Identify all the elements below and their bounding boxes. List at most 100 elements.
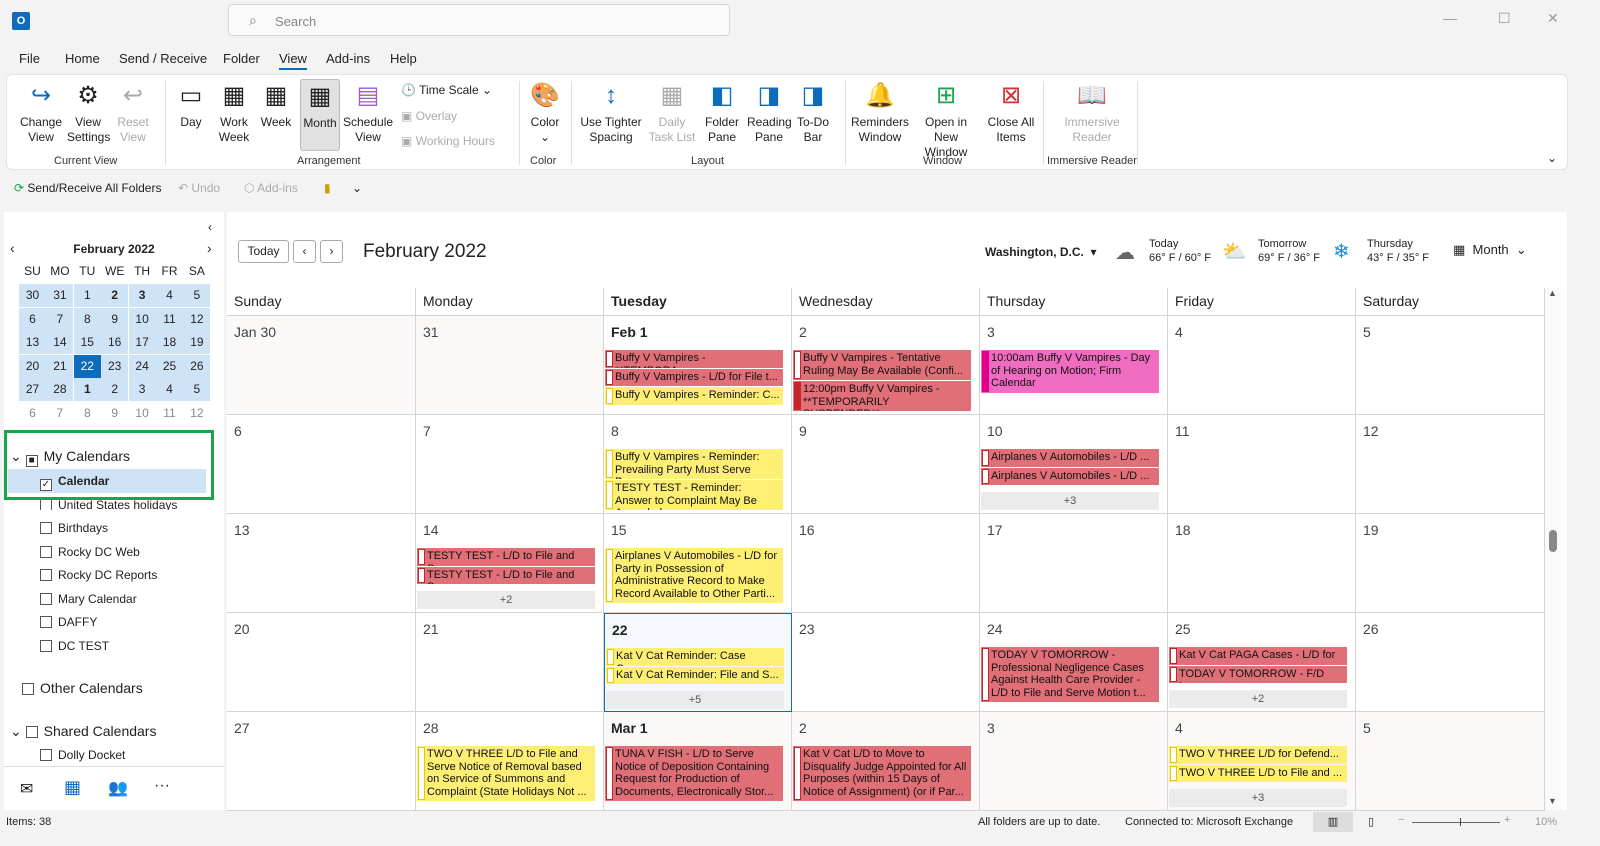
checkbox[interactable] — [40, 616, 52, 628]
checkbox[interactable] — [40, 545, 52, 558]
scroll-down-icon[interactable]: ▼ — [1548, 796, 1557, 806]
checkbox[interactable] — [22, 683, 34, 695]
mini-day[interactable]: 8 — [74, 402, 101, 425]
mini-day[interactable]: 4 — [156, 378, 183, 401]
mini-day[interactable]: 5 — [183, 284, 211, 307]
tab-home[interactable]: Home — [65, 51, 100, 66]
day-cell[interactable]: 14 TESTY TEST - L/D to File and Se...TEST… — [416, 514, 604, 613]
normal-view-icon[interactable]: ▥ — [1313, 812, 1353, 832]
mini-day[interactable]: 7 — [46, 402, 73, 425]
mini-day[interactable]: 18 — [156, 331, 183, 354]
calendar-event[interactable]: TWO V THREE L/D for Defend... — [1169, 746, 1347, 764]
month-button[interactable]: ▦ Month — [300, 79, 340, 151]
day-cell[interactable]: 10 Airplanes V Automobiles - L/D ... Airpl… — [980, 415, 1168, 514]
calendar-event[interactable]: 10:00am Buffy V Vampires - Day of Hearin… — [981, 350, 1159, 393]
day-cell[interactable]: 15 Airplanes V Automobiles - L/D for Part… — [604, 514, 792, 613]
mini-day[interactable]: 1 — [73, 378, 101, 401]
qat-item-icon[interactable]: ▮ — [324, 181, 331, 195]
immersive-reader-button[interactable]: 📖 Immersive Reader — [1057, 81, 1127, 145]
more-events-button[interactable]: +3 — [981, 492, 1159, 510]
checkbox[interactable] — [40, 592, 52, 605]
checkbox[interactable] — [40, 639, 52, 652]
location-dropdown[interactable]: Washington, D.C. ▾ — [985, 245, 1097, 259]
calendar-event[interactable]: Kat V Cat L/D to Move to Disqualify Judg… — [793, 746, 971, 801]
mini-day[interactable]: 11 — [156, 307, 183, 331]
calendar-event[interactable]: Buffy V Vampires - Reminder: C... — [605, 387, 783, 405]
day-cell[interactable]: 19 — [1356, 514, 1545, 613]
close-all-items-button[interactable]: ⊠ Close All Items — [983, 81, 1039, 145]
tab-send-receive[interactable]: Send / Receive — [119, 51, 207, 66]
day-cell[interactable]: 26 — [1356, 613, 1545, 712]
calendar-event[interactable]: TWO V THREE L/D to File and Serve Notice… — [417, 746, 595, 801]
calendar-event[interactable]: TESTY TEST - L/D to File and Se... — [417, 566, 595, 584]
view-dropdown[interactable]: ▦ Month ⌄ — [1453, 242, 1527, 258]
calendar-event[interactable]: Buffy V Vampires - **TEMPORA... — [605, 350, 783, 368]
working-hours-button[interactable]: ▣ Working Hours — [401, 134, 495, 148]
shared-calendars-group[interactable]: ⌄ Shared Calendars — [10, 723, 156, 740]
more-icon[interactable]: ··· — [154, 777, 170, 795]
mini-day[interactable]: 2 — [101, 284, 129, 307]
undo-button[interactable]: ↶ Undo — [178, 181, 220, 195]
day-cell[interactable]: 6 — [227, 415, 416, 514]
scroll-thumb[interactable] — [1549, 530, 1557, 552]
day-cell[interactable]: 25 Kat V Cat PAGA Cases - L/D for ...TODA… — [1168, 613, 1356, 712]
mini-day[interactable]: 24 — [128, 354, 156, 378]
zoom-slider[interactable] — [1412, 822, 1500, 823]
calendar-event[interactable]: TWO V THREE L/D to File and ... — [1169, 764, 1347, 782]
calendar-event[interactable]: TODAY V TOMORROW - Professional Negligen… — [981, 647, 1159, 702]
tighter-spacing-button[interactable]: ↕ Use Tighter Spacing — [579, 81, 643, 145]
calendar-event[interactable]: TUNA V FISH - L/D to Serve Notice of Dep… — [605, 746, 783, 801]
color-button[interactable]: 🎨 Color ⌄ — [525, 81, 565, 145]
mini-day[interactable]: 17 — [128, 331, 156, 354]
folder-item[interactable]: Mary Calendar — [40, 592, 137, 606]
calendar-icon[interactable]: ▦ — [64, 777, 81, 798]
calendar-event[interactable]: 12:00pm Buffy V Vampires - **TEMPORARILY… — [793, 381, 971, 411]
next-month-button[interactable]: › — [320, 240, 343, 263]
more-events-button[interactable]: +3 — [1169, 789, 1347, 807]
day-cell[interactable]: 5 — [1356, 712, 1545, 811]
day-cell[interactable]: 2 Buffy V Vampires - Tentative Ruling May… — [792, 316, 980, 415]
send-receive-all-button[interactable]: ⟳ Send/Receive All Folders — [14, 181, 161, 195]
day-cell[interactable]: 22 Kat V Cat Reminder: Case Cove...Kat V … — [604, 613, 792, 712]
time-scale-dropdown[interactable]: 🕒 Time Scale ⌄ — [401, 83, 492, 97]
day-cell[interactable]: 17 — [980, 514, 1168, 613]
folder-item[interactable]: Birthdays — [40, 521, 108, 535]
mini-day[interactable]: 5 — [183, 378, 211, 401]
change-view-button[interactable]: ↪ Change View — [15, 81, 67, 145]
mini-day[interactable]: 10 — [128, 307, 156, 331]
checkbox[interactable] — [40, 569, 52, 581]
week-button[interactable]: ▦ Week — [258, 81, 294, 130]
tab-folder[interactable]: Folder — [223, 51, 260, 66]
checkbox[interactable] — [40, 522, 52, 534]
mini-day[interactable]: 26 — [183, 354, 211, 378]
mini-day[interactable]: 31 — [46, 284, 74, 307]
add-ins-button[interactable]: ⬡ Add-ins — [244, 181, 298, 195]
day-cell[interactable]: 13 — [227, 514, 416, 613]
mini-day[interactable]: 6 — [19, 307, 46, 331]
mini-day[interactable]: 12 — [183, 307, 211, 331]
calendar-event[interactable]: Buffy V Vampires - Reminder: Prevailing … — [605, 449, 783, 479]
day-cell[interactable]: 16 — [792, 514, 980, 613]
mini-day[interactable]: 28 — [46, 378, 74, 401]
day-cell[interactable]: 3 10:00am Buffy V Vampires - Day of Heari… — [980, 316, 1168, 415]
tab-view[interactable]: View — [279, 51, 307, 70]
today-button[interactable]: Today — [238, 240, 289, 263]
tab-add-ins[interactable]: Add-ins — [326, 51, 370, 66]
folder-item[interactable]: DC TEST — [40, 639, 109, 653]
mini-day[interactable]: 22 — [73, 354, 101, 378]
work-week-button[interactable]: ▦ Work Week — [215, 81, 253, 145]
day-cell[interactable]: 20 — [227, 613, 416, 712]
other-calendars-group[interactable]: Other Calendars — [22, 680, 143, 696]
day-cell[interactable]: Mar 1 TUNA V FISH - L/D to Serve Notice o… — [604, 712, 792, 811]
schedule-view-button[interactable]: ▤ Schedule View — [343, 81, 393, 145]
mini-day[interactable]: 7 — [46, 307, 74, 331]
calendar-event[interactable]: TESTY TEST - Reminder: Answer to Complai… — [605, 480, 783, 510]
mini-day[interactable]: 11 — [156, 402, 183, 425]
reminders-window-button[interactable]: 🔔 Reminders Window — [851, 81, 909, 145]
calendar-event[interactable]: Buffy V Vampires - L/D for File t... — [605, 368, 783, 386]
collapse-pane-icon[interactable]: ‹ — [208, 220, 212, 234]
reset-view-button[interactable]: ↩ Reset View — [113, 81, 153, 145]
day-cell[interactable]: 18 — [1168, 514, 1356, 613]
mini-day[interactable]: 27 — [19, 378, 46, 401]
mini-day[interactable]: 3 — [128, 284, 156, 307]
